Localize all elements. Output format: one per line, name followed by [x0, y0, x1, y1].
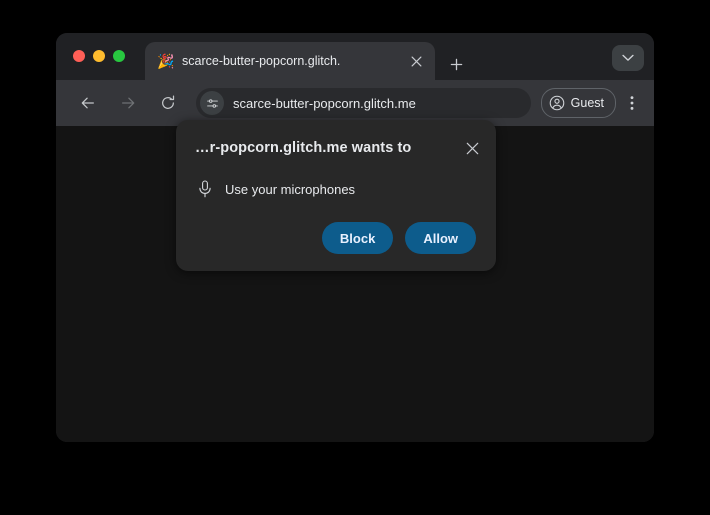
permission-dialog: …r-popcorn.glitch.me wants to Use your m…: [176, 120, 496, 271]
tab-title: scarce-butter-popcorn.glitch.: [182, 54, 341, 68]
browser-menu-button[interactable]: [620, 89, 644, 117]
forward-button: [114, 89, 142, 117]
arrow-left-icon: [81, 97, 94, 109]
tune-sliders-icon[interactable]: [200, 91, 224, 115]
profile-label: Guest: [570, 96, 604, 110]
block-button[interactable]: Block: [321, 222, 394, 254]
window-minimize-button[interactable]: [93, 50, 105, 62]
permission-item: Use your microphones: [198, 180, 355, 198]
address-bar[interactable]: scarce-butter-popcorn.glitch.me: [196, 88, 531, 118]
microphone-icon: [199, 180, 211, 198]
close-icon: [466, 142, 478, 154]
reload-button[interactable]: [154, 89, 182, 117]
permission-dialog-actions: Block Allow: [321, 222, 476, 254]
window-controls: [73, 50, 125, 62]
permission-label: Use your microphones: [225, 181, 356, 197]
browser-tab-active[interactable]: 🎉 scarce-butter-popcorn.glitch.: [145, 42, 435, 80]
permission-dialog-close-button[interactable]: [460, 136, 484, 160]
tab-close-icon[interactable]: [404, 49, 428, 73]
window-close-button[interactable]: [73, 50, 85, 62]
window-maximize-button[interactable]: [113, 50, 125, 62]
chevron-down-icon: [622, 54, 634, 61]
more-vertical-icon: [630, 96, 634, 110]
reload-icon: [162, 95, 175, 109]
address-bar-text: scarce-butter-popcorn.glitch.me: [233, 95, 416, 111]
party-popper-icon: 🎉: [157, 53, 175, 69]
account-circle-icon: [549, 95, 564, 111]
profile-guest-button[interactable]: Guest: [540, 88, 616, 118]
permission-dialog-title: …r-popcorn.glitch.me wants to: [195, 140, 412, 156]
allow-button[interactable]: Allow: [405, 222, 476, 254]
new-tab-button[interactable]: [444, 52, 468, 76]
back-button[interactable]: [74, 89, 102, 117]
tab-strip: 🎉 scarce-butter-popcorn.glitch.: [56, 33, 654, 80]
arrow-right-icon: [122, 97, 135, 109]
tab-search-button[interactable]: [612, 45, 644, 71]
